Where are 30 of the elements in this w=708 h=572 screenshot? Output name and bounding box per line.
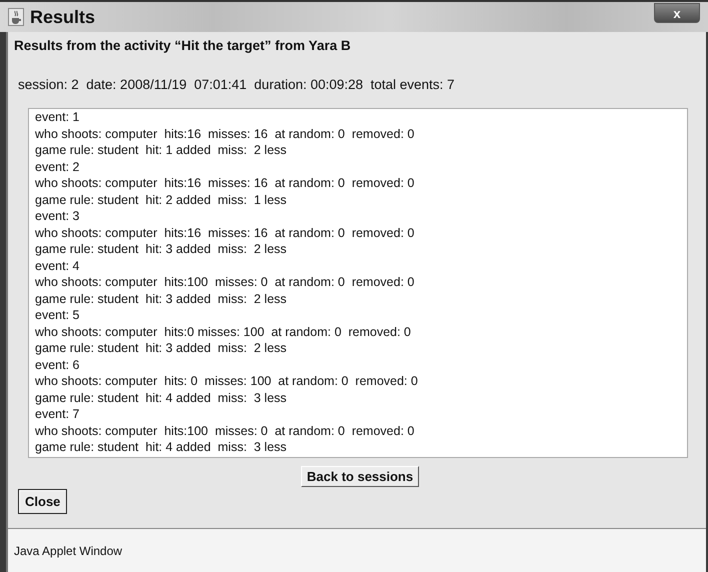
- log-line: game rule: student hit: 3 added miss: 2 less: [35, 290, 288, 307]
- results-heading: Results from the activity “Hit the target” from Yara B: [14, 38, 352, 53]
- log-line: event: 4: [35, 258, 80, 274]
- log-line: event: 2: [35, 158, 80, 175]
- log-line: event: 1: [35, 109, 80, 126]
- log-line: who shoots: computer hits:100 misses: 0 at random: 0 removed: 0: [35, 422, 416, 439]
- back-to-sessions-button[interactable]: Back to sessions: [300, 466, 420, 487]
- results-text-area[interactable]: [28, 108, 688, 458]
- session-info: session: 2 date: 2008/11/19 07:01:41 duration: 00:09:28 total events: 7: [18, 77, 456, 92]
- log-line: who shoots: computer hits:16 misses: 16 at random: 0 removed: 0: [35, 126, 416, 142]
- log-line: event: 3: [35, 208, 80, 224]
- log-line: who shoots: computer hits:100 misses: 0 at random: 0 removed: 0: [35, 274, 416, 290]
- log-line: game rule: student hit: 3 added miss: 2 less: [35, 340, 288, 356]
- log-line: game rule: student hit: 4 added miss: 3 less: [35, 390, 288, 406]
- log-line: who shoots: computer hits:16 misses: 16 at random: 0 removed: 0: [35, 224, 416, 241]
- close-dialog-button[interactable]: Close: [18, 489, 68, 514]
- log-line: who shoots: computer hits:16 misses: 16 at random: 0 removed: 0: [35, 175, 416, 192]
- window-close-button[interactable]: x: [654, 3, 700, 23]
- log-line: event: 7: [35, 406, 80, 422]
- window-title: Results: [30, 6, 96, 28]
- log-line: event: 6: [35, 356, 80, 373]
- log-line: game rule: student hit: 3 added miss: 2 less: [35, 241, 288, 258]
- log-line: who shoots: computer hits: 0 misses: 100 at random: 0 removed: 0: [35, 373, 419, 390]
- log-line: event: 5: [35, 307, 80, 324]
- log-line: who shoots: computer hits:0 misses: 100 at random: 0 removed: 0: [35, 324, 412, 340]
- log-line: game rule: student hit: 4 added miss: 3 less: [35, 439, 288, 456]
- log-line: game rule: student hit: 1 added miss: 2 less: [35, 142, 288, 158]
- java-cup-icon: [8, 8, 24, 26]
- status-text: Java Applet Window: [14, 544, 122, 558]
- log-line: game rule: student hit: 2 added miss: 1 less: [35, 192, 288, 208]
